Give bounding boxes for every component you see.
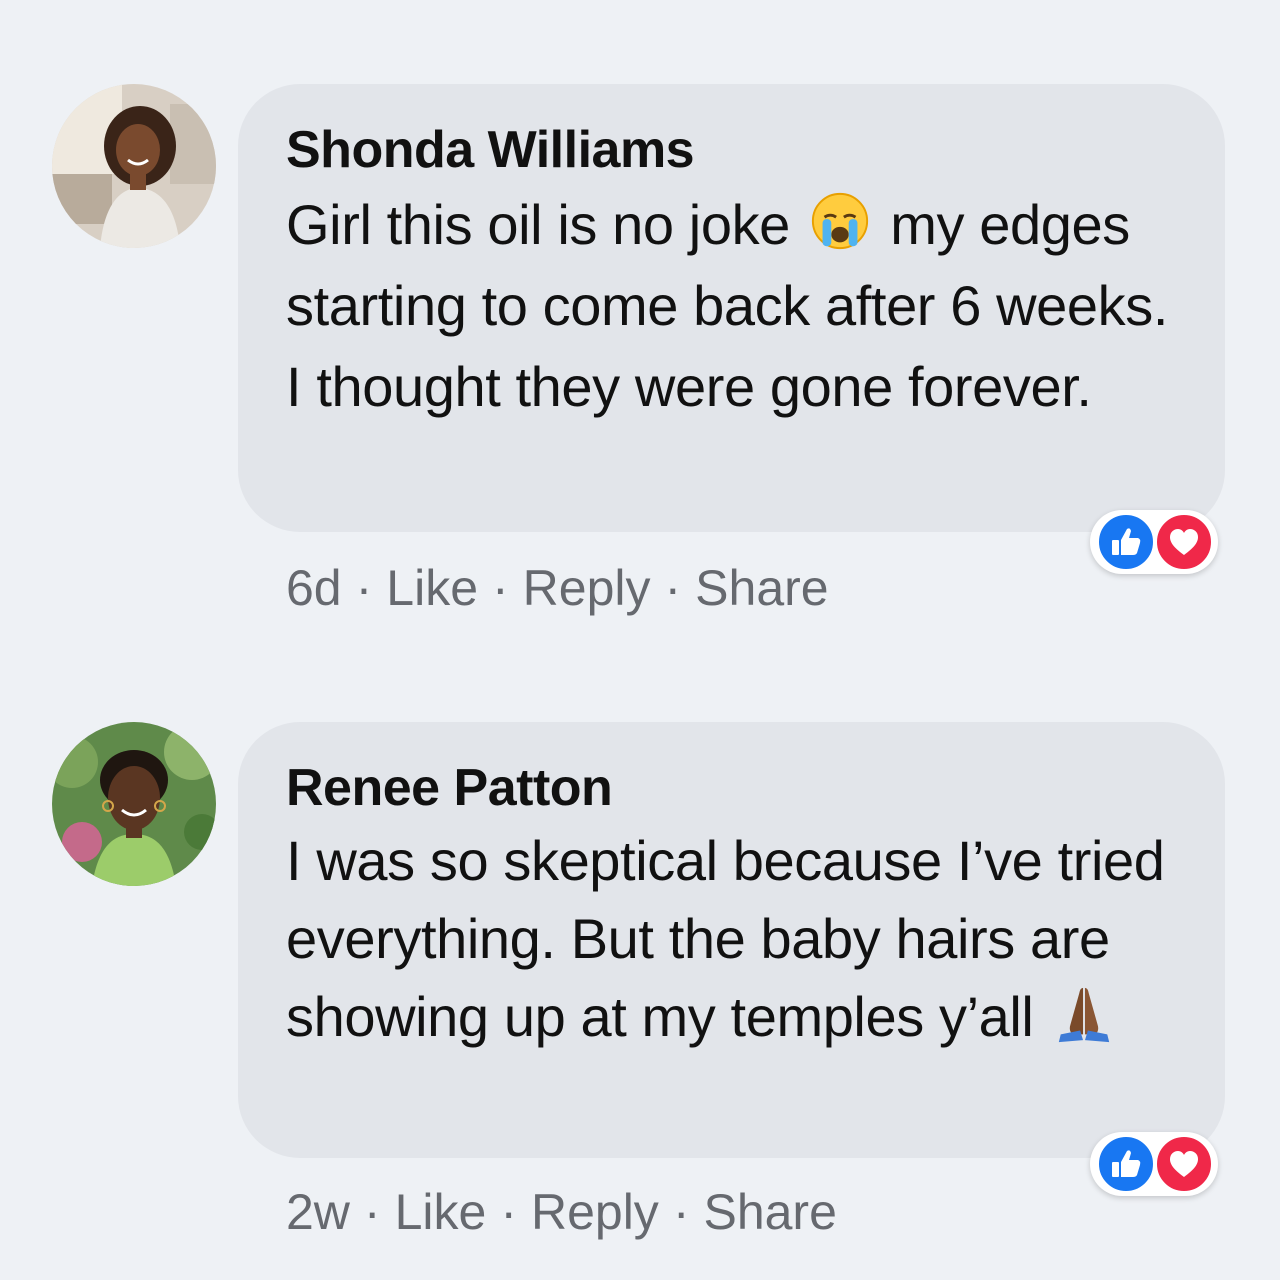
comment-text: I was so skeptical because I’ve tried ev… (286, 822, 1177, 1056)
comment-bubble[interactable]: Shonda Williams Girl this oil is no joke… (238, 84, 1225, 532)
loudly-crying-face-icon (812, 192, 869, 250)
reply-link[interactable]: Reply (523, 558, 651, 618)
timestamp[interactable]: 6d (286, 558, 342, 618)
comment-text: Girl this oil is no joke my edges starti… (286, 184, 1177, 427)
like-link[interactable]: Like (395, 1182, 487, 1242)
share-link[interactable]: Share (695, 558, 828, 618)
love-reaction-icon (1154, 1134, 1214, 1194)
author-name[interactable]: Shonda Williams (286, 118, 1177, 182)
separator: · (500, 1184, 517, 1240)
like-reaction-icon (1096, 1134, 1156, 1194)
separator: · (492, 560, 509, 616)
separator: · (672, 1184, 690, 1240)
love-reaction-icon (1154, 512, 1214, 572)
like-reaction-icon (1096, 512, 1156, 572)
like-link[interactable]: Like (386, 558, 478, 618)
reaction-summary[interactable] (1090, 1132, 1218, 1196)
comment-meta: 2w · Like · Reply · Share (286, 1182, 837, 1242)
separator: · (355, 560, 373, 616)
reply-link[interactable]: Reply (531, 1182, 659, 1242)
avatar[interactable] (52, 84, 216, 248)
separator: · (363, 1184, 381, 1240)
separator: · (664, 560, 682, 616)
avatar[interactable] (52, 722, 216, 886)
author-name[interactable]: Renee Patton (286, 756, 1177, 820)
folded-hands-icon (1058, 987, 1109, 1043)
comment-text-part: I was so skeptical because I’ve tried ev… (286, 829, 1165, 1048)
comment-bubble[interactable]: Renee Patton I was so skeptical because … (238, 722, 1225, 1158)
share-link[interactable]: Share (703, 1182, 836, 1242)
timestamp[interactable]: 2w (286, 1182, 350, 1242)
comment-text-part: Girl this oil is no joke (286, 193, 790, 256)
reaction-summary[interactable] (1090, 510, 1218, 574)
comment-meta: 6d · Like · Reply · Share (286, 558, 829, 618)
